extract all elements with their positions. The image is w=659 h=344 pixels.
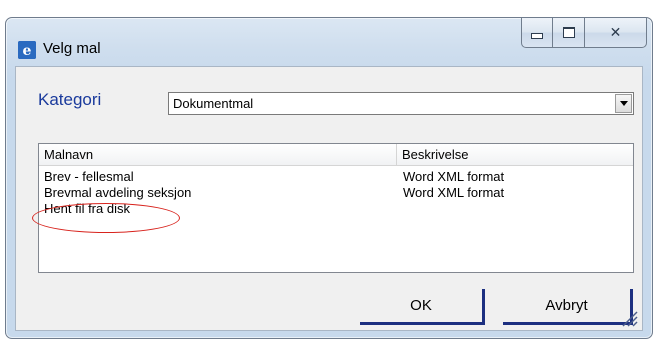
svg-text:e: e <box>23 43 32 59</box>
dialog-body: Kategori Dokumentmal Malnavn Beskrivelse… <box>15 66 643 331</box>
kategori-selected-value: Dokumentmal <box>173 96 254 111</box>
ok-button[interactable]: OK <box>360 289 485 325</box>
resize-grip-icon[interactable] <box>620 309 638 327</box>
list-item[interactable]: Brev - fellesmal Word XML format <box>39 169 633 185</box>
close-icon: ✕ <box>609 24 622 41</box>
template-list[interactable]: Malnavn Beskrivelse Brev - fellesmal Wor… <box>32 143 634 273</box>
column-header-malnavn[interactable]: Malnavn <box>39 144 397 165</box>
maximize-icon <box>562 27 575 38</box>
title-bar[interactable]: e Velg mal ✕ <box>6 18 652 66</box>
list-item[interactable]: Hent fil fra disk <box>39 201 633 217</box>
cancel-button[interactable]: Avbryt <box>503 289 633 325</box>
minimize-icon <box>531 32 543 39</box>
maximize-button[interactable] <box>553 18 585 48</box>
list-item-name: Brev - fellesmal <box>44 169 134 184</box>
list-rows: Brev - fellesmal Word XML format Brevmal… <box>39 169 633 217</box>
list-item-description: Word XML format <box>403 169 505 184</box>
app-icon: e <box>18 41 36 59</box>
list-item[interactable]: Brevmal avdeling seksjon Word XML format <box>39 185 633 201</box>
list-item-description <box>397 201 633 217</box>
minimize-button[interactable] <box>521 18 553 48</box>
kategori-dropdown[interactable]: Dokumentmal <box>168 92 634 115</box>
column-header-beskrivelse[interactable]: Beskrivelse <box>397 144 633 165</box>
window-title: Velg mal <box>43 40 101 57</box>
list-item-description: Word XML format <box>403 185 505 200</box>
list-header: Malnavn Beskrivelse <box>39 144 633 166</box>
dialog-window: e Velg mal ✕ Kategori Dokumentmal Malnav… <box>5 17 653 339</box>
list-item-name: Hent fil fra disk <box>44 201 130 216</box>
dropdown-arrow-icon[interactable] <box>615 94 632 113</box>
kategori-label: Kategori <box>38 90 102 109</box>
list-item-name: Brevmal avdeling seksjon <box>44 185 192 200</box>
caption-buttons: ✕ <box>521 18 647 49</box>
close-button[interactable]: ✕ <box>585 18 647 48</box>
